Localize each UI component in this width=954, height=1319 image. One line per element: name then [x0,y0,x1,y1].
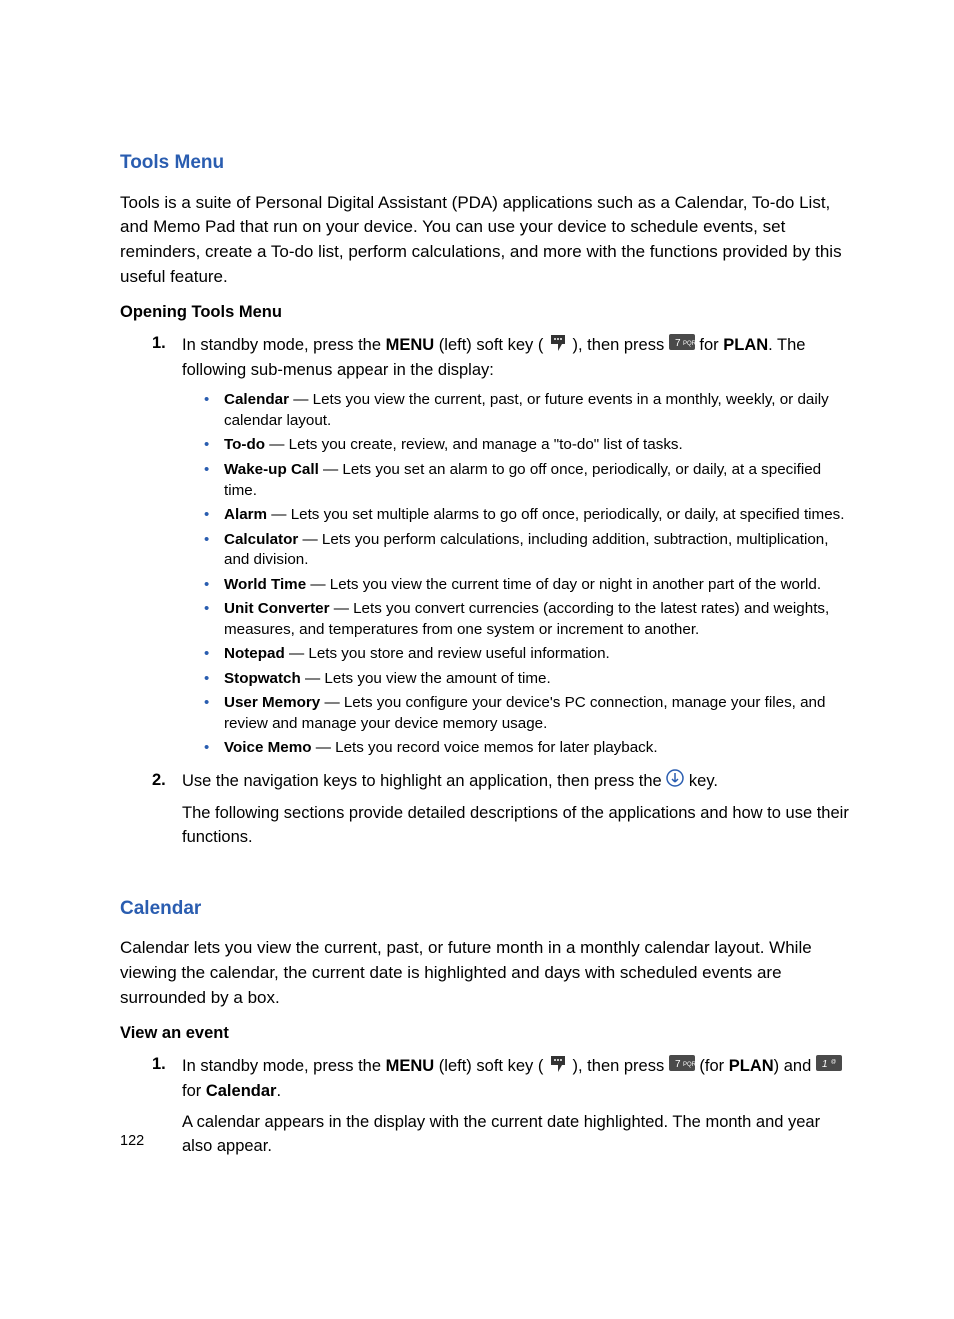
submenu-name: Notepad [224,645,285,662]
submenu-desc: — Lets you view the current, past, or fu… [224,391,829,429]
list-item: To-do — Lets you create, review, and man… [224,435,854,456]
step1-text-d: for [699,336,723,354]
key-7-icon: 7PQRS [669,334,695,357]
svg-text:7: 7 [675,1059,681,1070]
list-item: Calendar — Lets you view the current, pa… [224,390,854,431]
list-item: Stopwatch — Lets you view the amount of … [224,669,854,690]
step1-menu-bold: MENU [386,336,435,354]
submenu-name: User Memory [224,694,320,711]
list-item: Alarm — Lets you set multiple alarms to … [224,505,854,526]
submenu-name: Calendar [224,391,289,408]
cal-step1-text-c: ), then press [573,1057,669,1075]
tools-steps-list: 1. In standby mode, press the MENU (left… [120,332,854,849]
softkey-icon [548,1053,568,1080]
step-number: 1. [152,1053,166,1076]
section-calendar: Calendar Calendar lets you view the curr… [120,896,854,1160]
step-number: 1. [152,332,166,355]
cal-step1-text-e: ) and [774,1057,816,1075]
submenu-desc: — Lets you create, review, and manage a … [265,436,683,453]
submenu-name: Wake-up Call [224,461,319,478]
step1-text-a: In standby mode, press the [182,336,386,354]
submenu-desc: — Lets you perform calculations, includi… [224,531,828,569]
cal-step1-text-d: (for [699,1057,728,1075]
svg-text:7: 7 [675,338,681,349]
softkey-icon [548,332,568,359]
svg-text:1: 1 [822,1059,828,1070]
list-item: Calculator — Lets you perform calculatio… [224,530,854,571]
submenu-name: Alarm [224,506,267,523]
submenu-desc: — Lets you view the current time of day … [306,576,821,593]
cal-step1-plan-bold: PLAN [729,1057,774,1075]
cal-step1-menu-bold: MENU [386,1057,435,1075]
tools-intro-paragraph: Tools is a suite of Personal Digital Ass… [120,191,854,290]
submenu-desc: — Lets you set multiple alarms to go off… [267,506,844,523]
list-item: Notepad — Lets you store and review usef… [224,644,854,665]
step1-text-c: ), then press [573,336,669,354]
cal-step1-following: A calendar appears in the display with t… [182,1111,854,1159]
list-item: User Memory — Lets you configure your de… [224,693,854,734]
tools-step-2: 2. Use the navigation keys to highlight … [182,769,854,850]
list-item: World Time — Lets you view the current t… [224,575,854,596]
submenu-name: Stopwatch [224,670,301,687]
submenu-desc: — Lets you record voice memos for later … [312,739,658,756]
cal-step1-text-f: for [182,1082,206,1100]
step2-text-a: Use the navigation keys to highlight an … [182,772,666,790]
section-tools-menu: Tools Menu Tools is a suite of Personal … [120,150,854,850]
subheading-view-event: View an event [120,1022,854,1045]
tools-step-1: 1. In standby mode, press the MENU (left… [182,332,854,758]
submenu-name: Calculator [224,531,298,548]
step1-text-b: (left) soft key ( [434,336,543,354]
section-gap [120,862,854,896]
cal-step1-calendar-bold: Calendar [206,1082,277,1100]
step-number: 2. [152,769,166,792]
step2-text-b: key. [689,772,718,790]
key-1-icon: 1@ [816,1055,842,1078]
heading-calendar: Calendar [120,896,854,923]
navigation-key-icon [666,769,684,794]
calendar-intro-paragraph: Calendar lets you view the current, past… [120,936,854,1010]
subheading-opening-tools: Opening Tools Menu [120,301,854,324]
submenu-name: Unit Converter [224,600,329,617]
manual-page: Tools Menu Tools is a suite of Personal … [0,0,954,1211]
key-7-icon: 7PQRS [669,1055,695,1078]
heading-tools-menu: Tools Menu [120,150,854,177]
svg-text:PQRS: PQRS [683,1062,695,1068]
calendar-steps-list: 1. In standby mode, press the MENU (left… [120,1053,854,1159]
submenu-desc: — Lets you view the amount of time. [301,670,551,687]
list-item: Unit Converter — Lets you convert curren… [224,599,854,640]
list-item: Wake-up Call — Lets you set an alarm to … [224,460,854,501]
cal-step1-text-g: . [276,1082,281,1100]
cal-step1-text-b: (left) soft key ( [434,1057,543,1075]
list-item: Voice Memo — Lets you record voice memos… [224,738,854,759]
tools-submenu-list: Calendar — Lets you view the current, pa… [182,390,854,758]
svg-text:@: @ [831,1059,836,1065]
submenu-name: To-do [224,436,265,453]
step2-following: The following sections provide detailed … [182,802,854,850]
submenu-name: Voice Memo [224,739,312,756]
submenu-name: World Time [224,576,306,593]
cal-step1-text-a: In standby mode, press the [182,1057,386,1075]
submenu-desc: — Lets you store and review useful infor… [285,645,610,662]
calendar-step-1: 1. In standby mode, press the MENU (left… [182,1053,854,1159]
svg-text:PQRS: PQRS [683,341,695,347]
page-number: 122 [120,1133,144,1149]
step1-plan-bold: PLAN [723,336,768,354]
